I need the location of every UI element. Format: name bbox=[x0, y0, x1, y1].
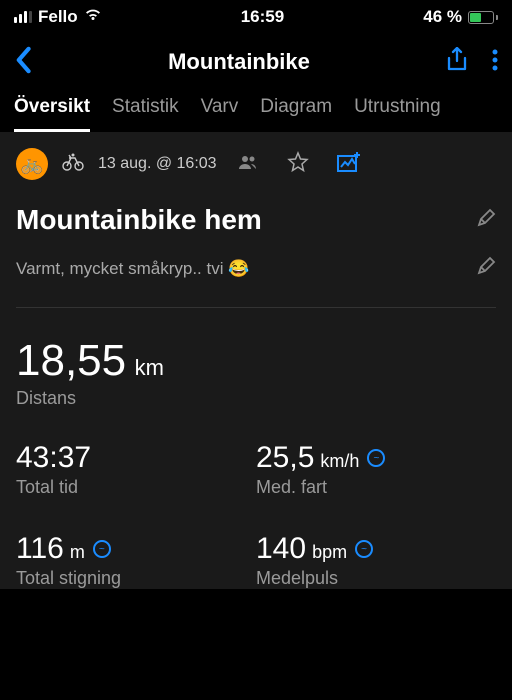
status-bar: Fello 16:59 46 % bbox=[0, 0, 512, 34]
elevation-value: 116 bbox=[16, 532, 64, 566]
title-row: Mountainbike hem bbox=[16, 204, 496, 236]
avg-hr-unit: bpm bbox=[312, 542, 347, 563]
header: Mountainbike bbox=[0, 34, 512, 90]
status-time: 16:59 bbox=[241, 7, 284, 27]
note-row: Varmt, mycket småkryp.. tvi 😂 bbox=[16, 256, 496, 281]
status-left: Fello bbox=[14, 7, 102, 27]
activity-title: Mountainbike hem bbox=[16, 204, 262, 236]
content: 🚲 13 aug. @ 16:03 Mountainbike hem Varmt… bbox=[0, 132, 512, 589]
tab-utrustning[interactable]: Utrustning bbox=[354, 96, 441, 132]
tabs: Översikt Statistik Varv Diagram Utrustni… bbox=[0, 96, 512, 132]
carrier-label: Fello bbox=[38, 7, 78, 27]
tab-statistik[interactable]: Statistik bbox=[112, 96, 179, 132]
distance-unit: km bbox=[135, 355, 164, 380]
stat-grid: 43:37 Total tid 25,5 km/h ~ Med. fart 11… bbox=[16, 441, 496, 589]
activity-note: Varmt, mycket småkryp.. tvi 😂 bbox=[16, 259, 249, 279]
edit-note-button[interactable] bbox=[476, 256, 496, 281]
avg-speed-value: 25,5 bbox=[256, 441, 314, 475]
avg-speed-stat: 25,5 km/h ~ Med. fart bbox=[256, 441, 496, 498]
divider bbox=[16, 307, 496, 308]
elevation-stat: 116 m ~ Total stigning bbox=[16, 532, 256, 589]
tab-varv[interactable]: Varv bbox=[201, 96, 239, 132]
people-icon[interactable] bbox=[237, 154, 259, 175]
mtb-icon bbox=[62, 153, 84, 176]
elevation-unit: m bbox=[70, 542, 85, 563]
avg-speed-label: Med. fart bbox=[256, 477, 496, 498]
share-button[interactable] bbox=[446, 47, 468, 78]
avg-hr-label: Medelpuls bbox=[256, 568, 496, 589]
avg-hr-value: 140 bbox=[256, 532, 306, 566]
avg-hr-stat: 140 bpm ~ Medelpuls bbox=[256, 532, 496, 589]
sport-badge[interactable]: 🚲 bbox=[16, 148, 48, 180]
page-title: Mountainbike bbox=[168, 49, 310, 75]
info-icon[interactable]: ~ bbox=[93, 540, 111, 558]
distance-stat: 18,55 km Distans bbox=[16, 336, 496, 409]
total-time-stat: 43:37 Total tid bbox=[16, 441, 256, 498]
info-icon[interactable]: ~ bbox=[355, 540, 373, 558]
star-icon[interactable] bbox=[287, 151, 309, 178]
elevation-label: Total stigning bbox=[16, 568, 256, 589]
wifi-icon bbox=[84, 7, 102, 27]
activity-datetime: 13 aug. @ 16:03 bbox=[98, 155, 217, 173]
add-photo-icon[interactable] bbox=[337, 151, 361, 178]
tab-diagram[interactable]: Diagram bbox=[260, 96, 332, 132]
signal-icon bbox=[14, 11, 32, 23]
back-button[interactable] bbox=[14, 46, 32, 79]
more-button[interactable] bbox=[492, 49, 498, 76]
battery-icon bbox=[468, 11, 498, 24]
total-time-label: Total tid bbox=[16, 477, 256, 498]
tab-oversikt[interactable]: Översikt bbox=[14, 96, 90, 132]
avg-speed-unit: km/h bbox=[320, 451, 359, 472]
battery-pct: 46 % bbox=[423, 7, 462, 27]
total-time-value: 43:37 bbox=[16, 441, 91, 475]
meta-row: 🚲 13 aug. @ 16:03 bbox=[16, 146, 496, 182]
distance-label: Distans bbox=[16, 388, 496, 409]
status-right: 46 % bbox=[423, 7, 498, 27]
edit-title-button[interactable] bbox=[476, 208, 496, 233]
distance-value: 18,55 bbox=[16, 336, 126, 385]
info-icon[interactable]: ~ bbox=[367, 449, 385, 467]
